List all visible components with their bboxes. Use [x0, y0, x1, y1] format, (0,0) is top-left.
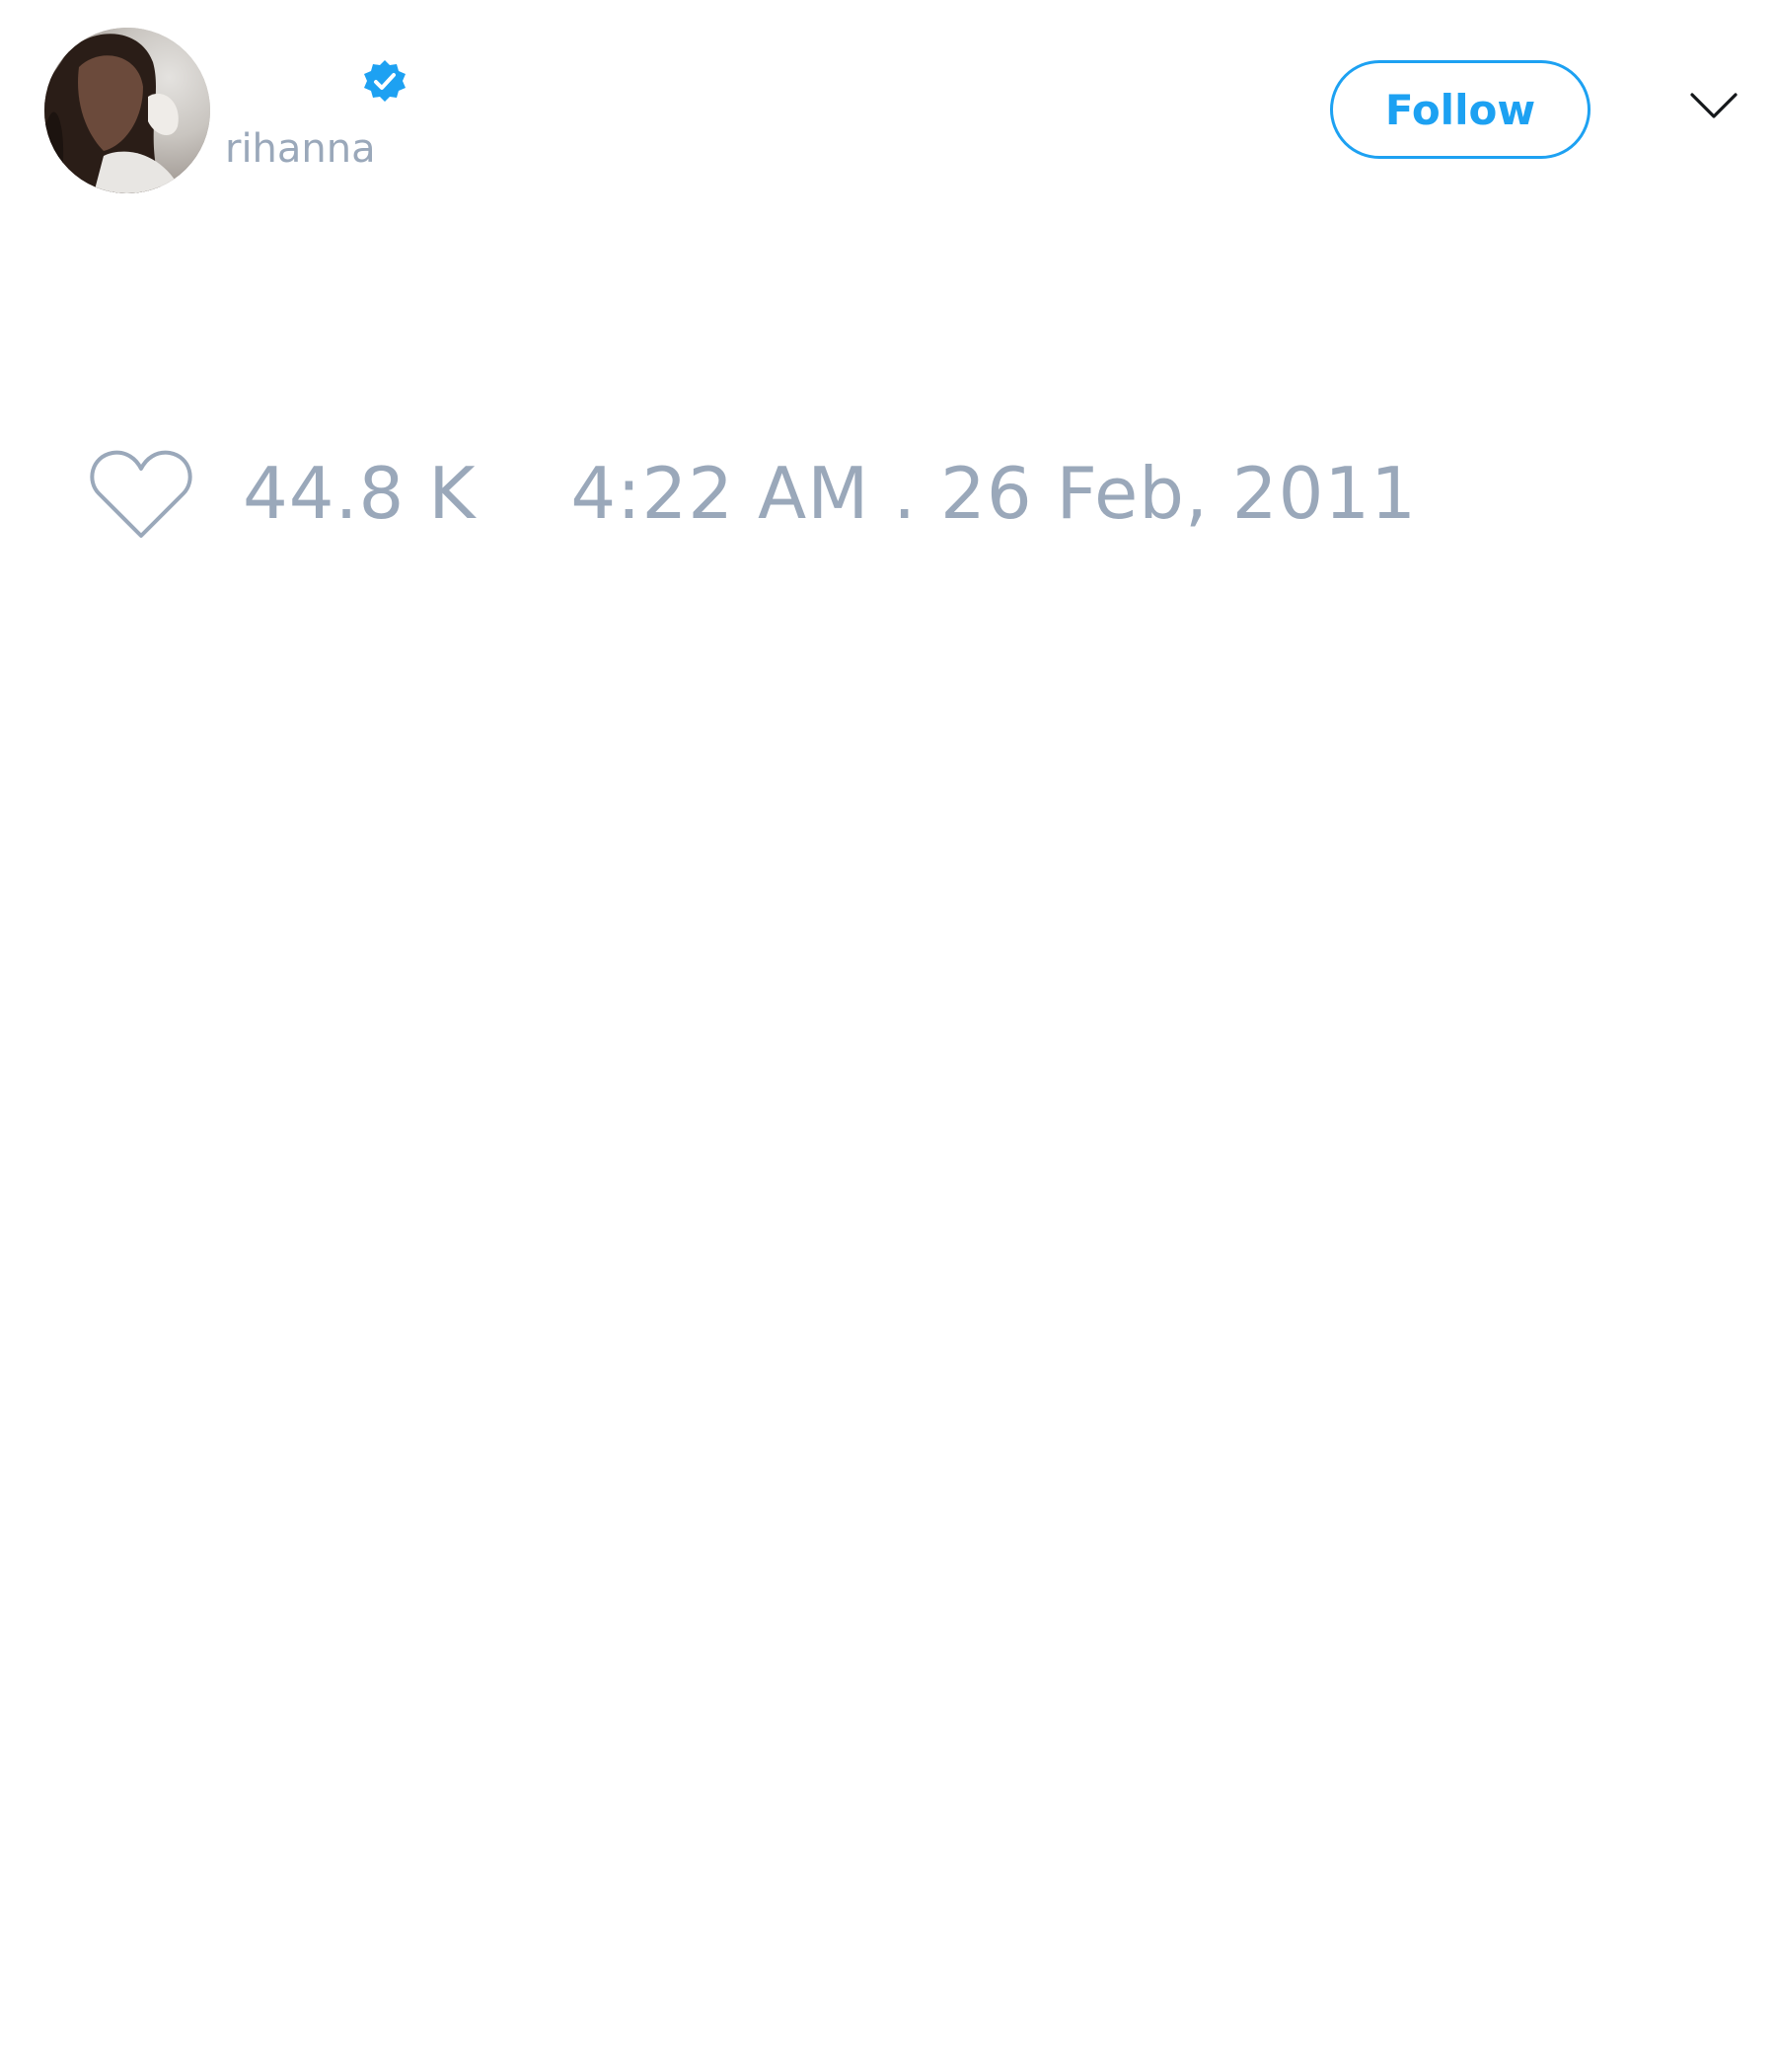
avatar-photo [44, 28, 210, 193]
heart-icon[interactable] [89, 447, 193, 540]
like-count: 44.8 K [243, 452, 477, 535]
display-name-row [225, 54, 408, 110]
avatar[interactable] [44, 28, 210, 193]
tweet-card: rihanna Follow 44.8 K 4:22 AM . 26 Feb, … [0, 0, 1776, 2072]
follow-button[interactable]: Follow [1330, 60, 1591, 159]
user-handle[interactable]: rihanna [225, 126, 376, 172]
tweet-stats: 44.8 K 4:22 AM . 26 Feb, 2011 [89, 444, 1417, 543]
verified-badge-icon [364, 60, 406, 102]
tweet-timestamp[interactable]: 4:22 AM . 26 Feb, 2011 [570, 452, 1417, 535]
chevron-down-icon[interactable] [1689, 91, 1739, 120]
